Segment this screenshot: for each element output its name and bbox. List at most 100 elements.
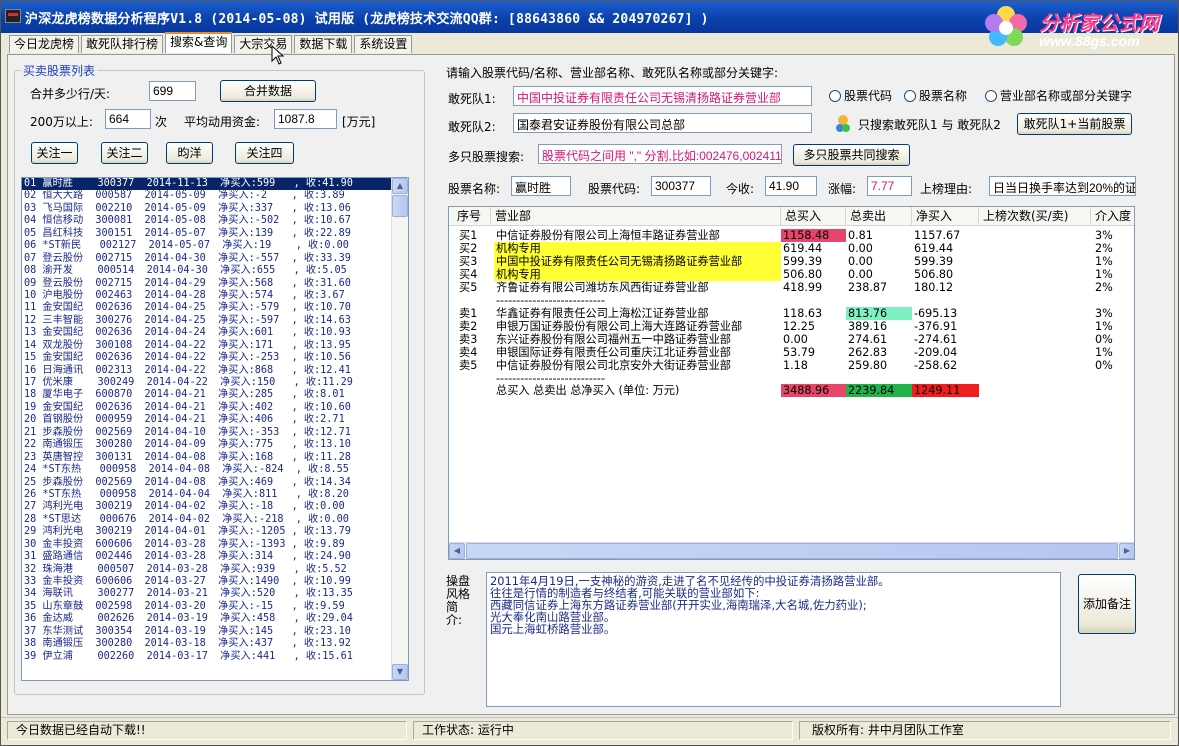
stock-list-item[interactable]: 37 东华测试 300354 2014-03-19 净买入:145 , 收:23…: [22, 626, 392, 638]
stock-list-item[interactable]: 09 登云股份 002715 2014-04-29 净买入:568 , 收:31…: [22, 278, 392, 290]
stock-list-item[interactable]: 32 珠海港 000507 2014-03-28 净买入:939 , 收:5.5…: [22, 564, 392, 576]
stock-list-item[interactable]: 28 *ST思达 000676 2014-04-02 净买入:-218 , 收:…: [22, 514, 392, 526]
stock-list-item[interactable]: 15 金安国纪 002636 2014-04-22 净买入:-253 , 收:1…: [22, 352, 392, 364]
stock-list-item[interactable]: 33 金丰投资 600606 2014-03-27 净买入:1490 , 收:1…: [22, 576, 392, 588]
table-row[interactable]: 买2 机构专用 619.44 0.00 619.44 2%: [449, 242, 1134, 255]
stock-list-item[interactable]: 23 英唐智控 300131 2014-04-08 净买入:168 , 收:11…: [22, 452, 392, 464]
stock-list-item[interactable]: 29 鸿利光电 300219 2014-04-01 净买入:-1205 , 收:…: [22, 526, 392, 538]
scroll-left-icon[interactable]: ◀: [449, 543, 465, 559]
tab-search[interactable]: 搜索&查询: [165, 32, 233, 53]
add-note-button[interactable]: 添加备注: [1078, 574, 1136, 634]
watch-two-button[interactable]: 关注二: [101, 142, 148, 164]
watch-one-button[interactable]: 关注一: [31, 142, 78, 164]
stock-list-item[interactable]: 18 厦华电子 600870 2014-04-21 净买入:285 , 收:8.…: [22, 389, 392, 401]
cell-sell: 0.00: [848, 242, 873, 255]
over200-input[interactable]: 664: [105, 109, 151, 129]
search-team-icon[interactable]: [833, 113, 853, 133]
table-row[interactable]: 卖4 申银国际证券有限责任公司重庆江北证券营业部 53.79 262.83 -209.0…: [449, 346, 1134, 359]
col-id[interactable]: 序号: [449, 207, 491, 226]
stock-list-scrollbar[interactable]: ▲ ▼: [391, 178, 408, 680]
stock-list-item[interactable]: 30 金丰投资 600606 2014-03-28 净买入:-1393 , 收:…: [22, 539, 392, 551]
col-sell[interactable]: 总卖出: [846, 207, 912, 226]
stock-list-item[interactable]: 14 双龙股份 300108 2014-04-22 净买入:171 , 收:13…: [22, 340, 392, 352]
table-row[interactable]: 卖3 东兴证券股份有限公司福州五一中路证券营业部 0.00 274.61 -274.61…: [449, 333, 1134, 346]
multi-search-button[interactable]: 多只股票共同搜索: [793, 144, 910, 166]
col-net[interactable]: 净买入: [912, 207, 979, 226]
stock-list-item[interactable]: 17 优米康 300249 2014-04-22 净买入:150 , 收:11.…: [22, 377, 392, 389]
scroll-down-icon[interactable]: ▼: [392, 664, 408, 680]
stock-list-item[interactable]: 04 恒信移动 300081 2014-05-08 净买入:-502 , 收:1…: [22, 215, 392, 227]
stock-list-item[interactable]: 22 南通锻压 300280 2014-04-09 净买入:775 , 收:13…: [22, 439, 392, 451]
cell-id: 买4: [459, 268, 478, 281]
change-input[interactable]: 7.77: [867, 176, 912, 196]
stock-list-item[interactable]: 13 金安国纪 002636 2014-04-24 净买入:601 , 收:10…: [22, 327, 392, 339]
status-work-state: 工作状态: 运行中: [413, 721, 793, 740]
stock-list-item[interactable]: 31 盛路通信 002446 2014-03-28 净买入:314 , 收:24…: [22, 551, 392, 563]
table-row[interactable]: 卖2 申银万国证券股份有限公司上海大连路证券营业部 12.25 389.16 -376.…: [449, 320, 1134, 333]
cell-id: 卖5: [459, 359, 478, 372]
notes-memo[interactable]: 2011年4月19日,一支神秘的游资,走进了名不见经传的中投证券清扬路营业部。 …: [486, 572, 1061, 707]
close-input[interactable]: 41.90: [765, 176, 817, 196]
col-pct[interactable]: 介入度: [1091, 207, 1134, 226]
stock-list[interactable]: 01 赢时胜 300377 2014-11-13 净买入:599 , 收:41.…: [21, 177, 409, 681]
stock-code-input[interactable]: 300377: [651, 176, 711, 196]
stock-list-item[interactable]: 25 步森股份 002569 2014-04-08 净买入:469 , 收:14…: [22, 477, 392, 489]
table-row[interactable]: 买4 机构专用 506.80 0.00 506.80 1%: [449, 268, 1134, 281]
col-times[interactable]: 上榜次数(买/卖): [979, 207, 1091, 226]
stock-list-item[interactable]: 08 渝开发 000514 2014-04-30 净买入:655 , 收:5.0…: [22, 265, 392, 277]
scroll-thumb[interactable]: [392, 195, 408, 217]
tab-today[interactable]: 今日龙虎榜: [9, 35, 80, 53]
col-dept[interactable]: 营业部: [491, 207, 781, 226]
radio-dept-keyword[interactable]: 营业部名称或部分关键字: [985, 87, 1132, 104]
avg-fund-input[interactable]: 1087.8: [274, 109, 337, 129]
stock-list-item[interactable]: 12 三丰智能 300276 2014-04-25 净买入:-597 , 收:1…: [22, 315, 392, 327]
table-row[interactable]: 卖1 华鑫证券有限责任公司上海松江证券营业部 118.63 813.76 -695.13…: [449, 307, 1134, 320]
table-row[interactable]: 买5 齐鲁证券有限公司潍坊东风西街证券营业部 418.99 238.87 180.12 2…: [449, 281, 1134, 294]
stock-list-item[interactable]: 02 恒大大路 000587 2014-05-09 净买入:-2 , 收:3.8…: [22, 190, 392, 202]
scroll-right-icon[interactable]: ▶: [1119, 543, 1134, 559]
tab-settings[interactable]: 系统设置: [354, 35, 413, 53]
stock-list-item[interactable]: 27 鸿利光电 300219 2014-04-02 净买入:-18 , 收:0.…: [22, 501, 392, 513]
stock-list-item[interactable]: 06 *ST新民 002127 2014-05-07 净买入:19 , 收:0.…: [22, 240, 392, 252]
stock-list-item[interactable]: 34 海联讯 300277 2014-03-21 净买入:520 , 收:13.…: [22, 588, 392, 600]
stock-list-item[interactable]: 16 日海通讯 002313 2014-04-22 净买入:868 , 收:12…: [22, 365, 392, 377]
team-current-stock-button[interactable]: 敢死队1+当前股票: [1017, 113, 1132, 135]
tab-team-ranking[interactable]: 敢死队排行榜: [81, 35, 164, 53]
watch-four-button[interactable]: 关注四: [235, 142, 294, 164]
stock-name-input[interactable]: 赢时胜: [511, 176, 571, 196]
stock-list-item[interactable]: 21 步森股份 002569 2014-04-10 净买入:-353 , 收:1…: [22, 427, 392, 439]
table-row[interactable]: 买1 中信证券股份有限公司上海恒丰路证券营业部 1158.48 0.81 1157.67…: [449, 229, 1134, 242]
stock-list-item[interactable]: 03 飞马国际 002210 2014-05-09 净买入:337 , 收:13…: [22, 203, 392, 215]
merge-data-button[interactable]: 合并数据: [220, 80, 316, 102]
team2-input[interactable]: 国泰君安证券股份有限公司总部: [513, 113, 812, 133]
merge-input[interactable]: 699: [149, 81, 196, 101]
table-row[interactable]: ---------------------------: [449, 294, 1134, 307]
stock-list-item[interactable]: 24 *ST东热 000958 2014-04-08 净买入:-824 , 收:…: [22, 464, 392, 476]
radio-stock-name[interactable]: 股票名称: [904, 87, 967, 104]
radio-stock-code[interactable]: 股票代码: [829, 87, 892, 104]
stock-list-item[interactable]: 26 *ST东热 000958 2014-04-04 净买入:811 , 收:8…: [22, 489, 392, 501]
stock-list-item[interactable]: 01 赢时胜 300377 2014-11-13 净买入:599 , 收:41.…: [22, 178, 393, 192]
stock-list-item[interactable]: 05 昌红科技 300151 2014-05-07 净买入:139 , 收:22…: [22, 228, 392, 240]
col-buy[interactable]: 总买入: [781, 207, 846, 226]
multi-search-input[interactable]: 股票代码之间用 "," 分割,比如:002476,002411: [538, 144, 782, 164]
table-row[interactable]: 卖5 中信证券股份有限公司北京安外大街证券营业部 1.18 259.80 -258.62…: [449, 359, 1134, 372]
table-h-scrollbar[interactable]: ◀ ▶: [449, 542, 1134, 559]
stock-list-item[interactable]: 07 登云股份 002715 2014-04-30 净买入:-557 , 收:3…: [22, 253, 392, 265]
stock-list-item[interactable]: 19 金安国纪 002636 2014-04-21 净买入:402 , 收:10…: [22, 402, 392, 414]
watch-three-button[interactable]: 昀洋: [166, 142, 213, 164]
stock-list-item[interactable]: 39 伊立浦 002260 2014-03-17 净买入:441 , 收:15.…: [22, 651, 392, 663]
stock-list-item[interactable]: 20 首钢股份 000959 2014-04-21 净买入:406 , 收:2.…: [22, 414, 392, 426]
table-h-thumb[interactable]: [466, 543, 1118, 559]
stock-list-item[interactable]: 10 沪电股份 002463 2014-04-28 净买入:574 , 收:3.…: [22, 290, 392, 302]
team1-input[interactable]: 中国中投证券有限责任公司无锡清扬路证券营业部: [513, 86, 812, 106]
tab-download[interactable]: 数据下载: [294, 35, 353, 53]
stock-list-item[interactable]: 36 金达威 002626 2014-03-19 净买入:458 , 收:29.…: [22, 613, 392, 625]
trade-detail-table[interactable]: 序号 营业部 总买入 总卖出 净买入 上榜次数(买/卖) 介入度 买1 中信证券股…: [448, 206, 1135, 560]
reason-input[interactable]: 日当日换手率达到20%的证券: [989, 176, 1136, 196]
scroll-up-icon[interactable]: ▲: [392, 178, 408, 194]
stock-list-item[interactable]: 11 金安国纪 002636 2014-04-25 净买入:-579 , 收:1…: [22, 302, 392, 314]
table-row[interactable]: 买3 中国中投证券有限责任公司无锡清扬路证券营业部 599.39 0.00 599.39…: [449, 255, 1134, 268]
stock-list-item[interactable]: 35 山东章鼓 002598 2014-03-20 净买入:-15 , 收:9.…: [22, 601, 392, 613]
stock-list-item[interactable]: 38 南通锻压 300280 2014-03-18 净买入:437 , 收:13…: [22, 638, 392, 650]
